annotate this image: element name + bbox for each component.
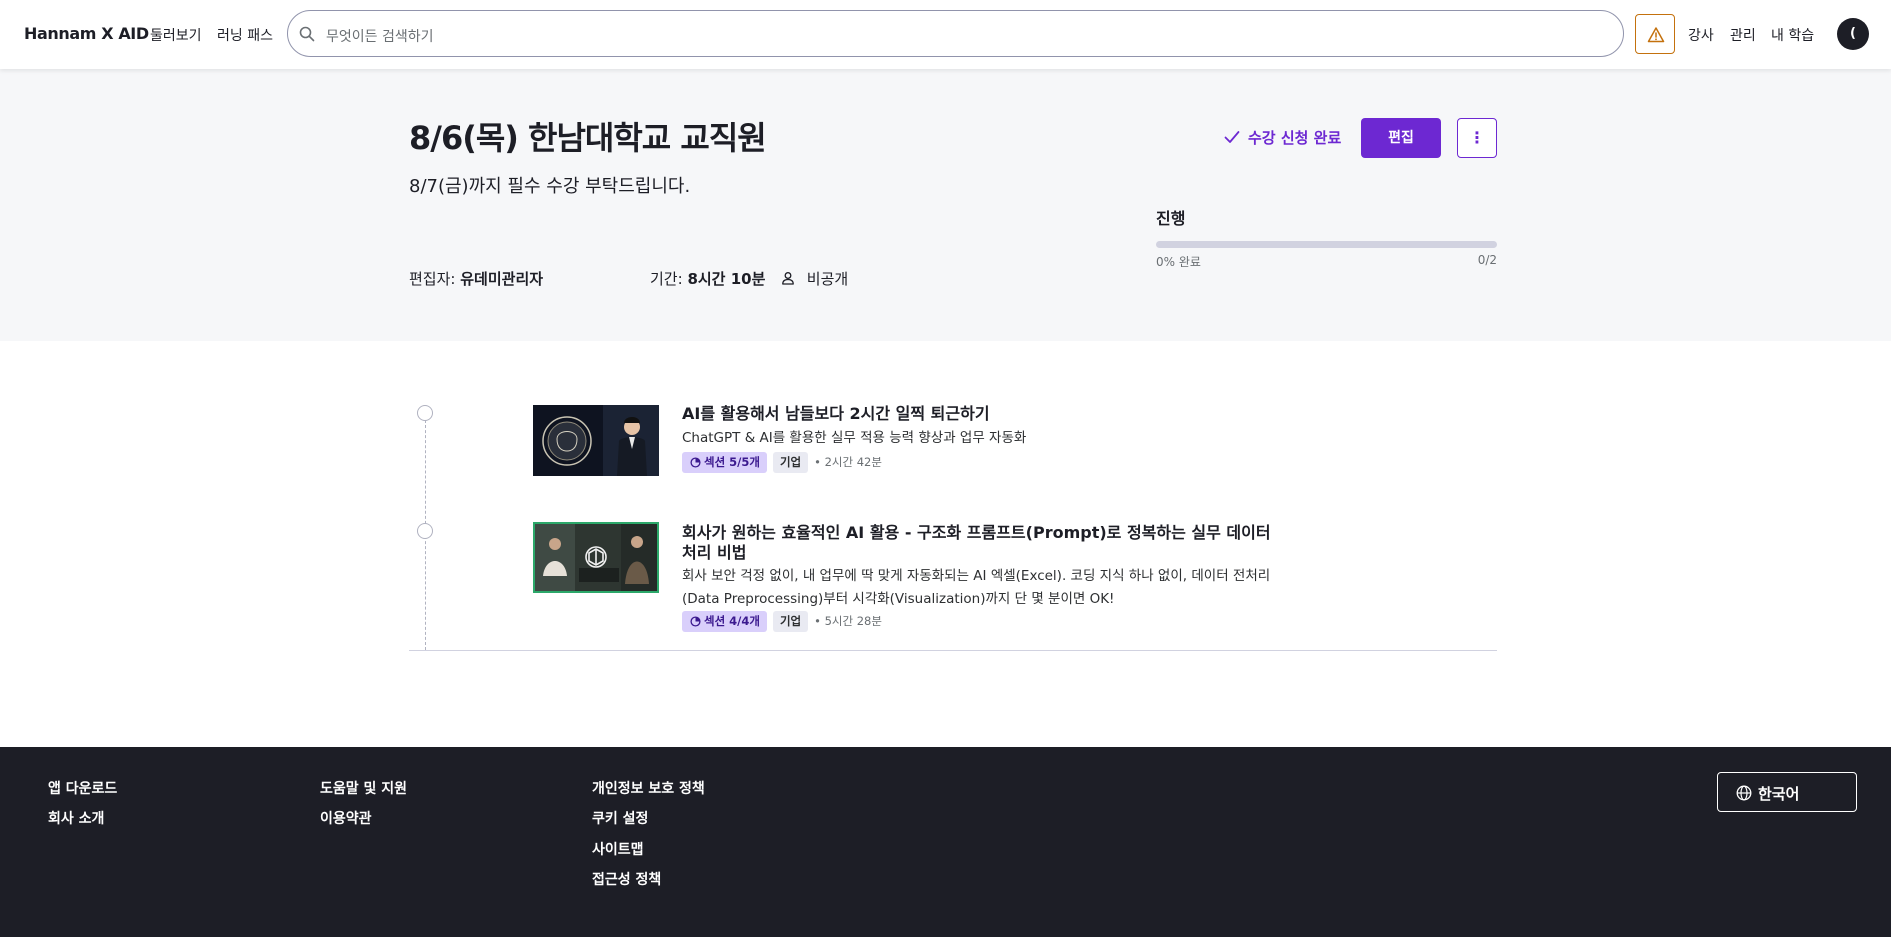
progress-icon [690, 616, 701, 627]
footer-link-sitemap[interactable]: 사이트맵 [592, 839, 644, 859]
visibility-info: 비공개 [780, 268, 848, 289]
footer [0, 747, 1891, 937]
section-progress-text: 섹션 5/5개 [704, 455, 760, 469]
page-subtitle: 8/7(금)까지 필수 수강 부탁드립니다. [409, 176, 691, 197]
top-navigation-bar: Hannam X AID 둘러보기 러닝 패스 무엇이든 검색하기 강사 관리 … [0, 0, 1891, 69]
section-progress-badge: 섹션 4/4개 [682, 611, 767, 632]
edit-button[interactable]: 편집 [1361, 118, 1441, 158]
footer-link-accessibility[interactable]: 접근성 정책 [592, 869, 661, 889]
course-thumbnail-image [535, 524, 657, 591]
course-status-circle [417, 523, 433, 539]
list-divider [409, 650, 1497, 651]
course-duration-value: 2시간 42분 [824, 455, 882, 469]
course-thumbnail-image [533, 405, 659, 476]
search-placeholder: 무엇이든 검색하기 [326, 29, 434, 45]
progress-percent: 0% 완료 [1156, 255, 1201, 269]
course-thumbnail[interactable] [533, 405, 659, 476]
nav-admin[interactable]: 관리 [1730, 25, 1756, 45]
course-tags: 섹션 4/4개 기업 • 5시간 28분 [682, 611, 882, 632]
enrolled-status: 수강 신청 완료 [1224, 127, 1341, 148]
search-input[interactable]: 무엇이든 검색하기 [287, 10, 1624, 57]
avatar[interactable]: ( [1837, 18, 1869, 50]
footer-link-help[interactable]: 도움말 및 지원 [320, 778, 407, 798]
learning-path-header [0, 69, 1891, 341]
nav-instructor[interactable]: 강사 [1688, 25, 1714, 45]
duration-info: 기간: 8시간 10분 [650, 268, 765, 289]
nav-my-learning[interactable]: 내 학습 [1771, 25, 1814, 45]
business-badge: 기업 [772, 452, 809, 473]
progress-label: 진행 [1156, 209, 1186, 228]
alert-button[interactable] [1635, 14, 1675, 54]
more-icon: ⋮ [1469, 128, 1485, 147]
section-progress-text: 섹션 4/4개 [704, 614, 760, 628]
globe-icon [1736, 785, 1752, 801]
editor-info: 편집자: 유데미관리자 [409, 268, 543, 289]
editor-label: 편집자: [409, 270, 456, 288]
more-options-button[interactable]: ⋮ [1457, 118, 1497, 158]
course-title[interactable]: AI를 활용해서 남들보다 2시간 일찍 퇴근하기 [682, 404, 1272, 424]
user-icon [782, 272, 794, 285]
page-title: 8/6(목) 한남대학교 교직원 [409, 119, 767, 157]
editor-name: 유데미관리자 [460, 270, 544, 288]
footer-link-terms[interactable]: 이용약관 [320, 808, 372, 828]
progress-bar [1156, 241, 1497, 248]
progress-count: 0/2 [1477, 253, 1497, 267]
duration-label: 기간: [650, 270, 683, 288]
course-duration: • 2시간 42분 [814, 455, 882, 469]
check-icon [1224, 131, 1240, 143]
footer-link-about[interactable]: 회사 소개 [48, 808, 104, 828]
enrolled-label: 수강 신청 완료 [1248, 129, 1342, 147]
search-icon [299, 26, 315, 42]
section-progress-badge: 섹션 5/5개 [682, 452, 767, 473]
course-duration: • 5시간 28분 [814, 614, 882, 628]
course-title[interactable]: 회사가 원하는 효율적인 AI 활용 - 구조화 프롬프트(Prompt)로 정… [682, 523, 1272, 563]
footer-link-privacy[interactable]: 개인정보 보호 정책 [592, 778, 705, 798]
course-tags: 섹션 5/5개 기업 • 2시간 42분 [682, 452, 882, 473]
language-label: 한국어 [1758, 785, 1800, 803]
warning-icon [1647, 27, 1665, 43]
progress-icon [690, 457, 701, 468]
nav-learning-paths[interactable]: 러닝 패스 [217, 25, 273, 45]
language-button[interactable]: 한국어 [1717, 772, 1857, 812]
course-description: 회사 보안 걱정 없이, 내 업무에 딱 맞게 자동화되는 AI 엑셀(Exce… [682, 568, 1271, 607]
nav-browse[interactable]: 둘러보기 [150, 25, 202, 45]
logo[interactable]: Hannam X AID [24, 24, 149, 43]
footer-link-cookies[interactable]: 쿠키 설정 [592, 808, 648, 828]
visibility-label: 비공개 [806, 270, 849, 288]
course-duration-value: 5시간 28분 [824, 614, 882, 628]
duration-value: 8시간 10분 [687, 270, 766, 288]
business-badge: 기업 [772, 611, 809, 632]
course-description: ChatGPT & AI를 활용한 실무 적용 능력 향상과 업무 자동화 [682, 430, 1027, 446]
footer-link-app-download[interactable]: 앱 다운로드 [48, 778, 117, 798]
course-status-circle [417, 405, 433, 421]
course-thumbnail[interactable] [533, 522, 659, 593]
